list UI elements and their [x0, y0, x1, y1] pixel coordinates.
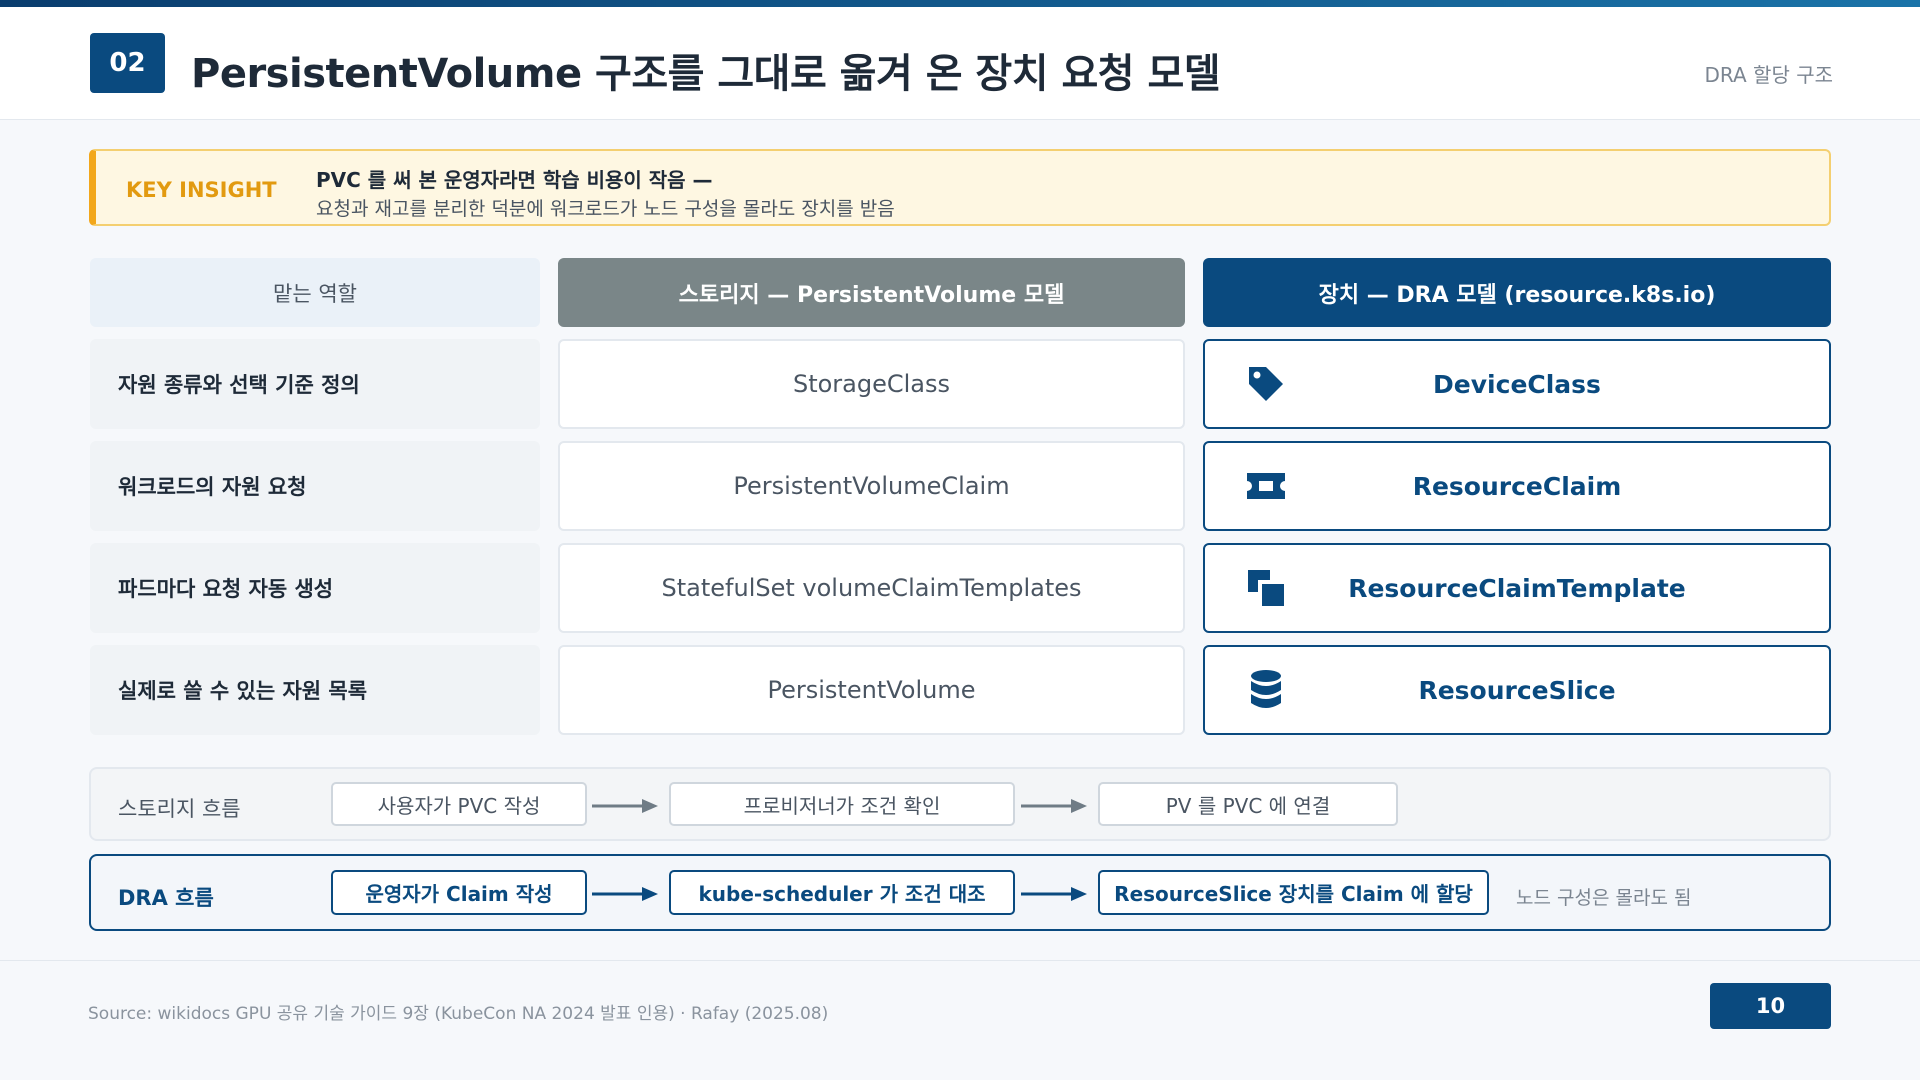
storage-flow-label: 스토리지 흐름 [118, 797, 241, 821]
key-insight-box: KEY INSIGHT PVC 를 써 본 운영자라면 학습 비용이 작음 — … [89, 149, 1831, 226]
flow-step: 프로비저너가 조건 확인 [669, 782, 1015, 826]
dra-object-label: DeviceClass [1433, 369, 1601, 399]
page-title: PersistentVolume 구조를 그대로 옮겨 온 장치 요청 모델 [191, 51, 1221, 97]
clone-icon [1245, 567, 1287, 609]
row-role: 실제로 쓸 수 있는 자원 목록 [90, 645, 540, 735]
ticket-icon [1245, 465, 1287, 507]
row-storage-object: PersistentVolume [558, 645, 1185, 735]
row-storage-object: StatefulSet volumeClaimTemplates [558, 543, 1185, 633]
row-dra-object: ResourceSlice [1203, 645, 1831, 735]
row-dra-object: ResourceClaim [1203, 441, 1831, 531]
database-icon [1245, 669, 1287, 711]
tag-icon [1245, 363, 1287, 405]
top-accent-bar [0, 0, 1920, 7]
section-label: DRA 할당 구조 [1704, 63, 1833, 87]
dra-flow-label: DRA 흐름 [118, 886, 214, 910]
arrow-right-icon [592, 887, 658, 901]
dra-object-label: ResourceClaimTemplate [1348, 573, 1686, 603]
row-role: 워크로드의 자원 요청 [90, 441, 540, 531]
row-storage-object: StorageClass [558, 339, 1185, 429]
arrow-right-icon [1021, 887, 1087, 901]
row-role: 자원 종류와 선택 기준 정의 [90, 339, 540, 429]
row-dra-object: DeviceClass [1203, 339, 1831, 429]
dra-object-label: ResourceSlice [1418, 675, 1616, 705]
row-storage-object: PersistentVolumeClaim [558, 441, 1185, 531]
flow-step: 사용자가 PVC 작성 [331, 782, 587, 826]
slide-header: 02 PersistentVolume 구조를 그대로 옮겨 온 장치 요청 모… [0, 7, 1920, 120]
section-number-badge: 02 [90, 33, 165, 93]
slide-footer: Source: wikidocs GPU 공유 기술 가이드 9장 (KubeC… [0, 960, 1920, 1080]
storage-flow: 스토리지 흐름 사용자가 PVC 작성 프로비저너가 조건 확인 PV 를 PV… [89, 767, 1831, 841]
page-number: 10 [1710, 983, 1831, 1029]
insight-title: PVC 를 써 본 운영자라면 학습 비용이 작음 — [316, 168, 713, 192]
flow-note: 노드 구성은 몰라도 됨 [1516, 887, 1692, 909]
insight-tag: KEY INSIGHT [126, 178, 277, 202]
dra-object-label: ResourceClaim [1412, 471, 1622, 501]
dra-flow: DRA 흐름 운영자가 Claim 작성 kube-scheduler 가 조건… [89, 854, 1831, 931]
arrow-right-icon [1021, 799, 1087, 813]
row-dra-object: ResourceClaimTemplate [1203, 543, 1831, 633]
flow-step: ResourceSlice 장치를 Claim 에 할당 [1098, 870, 1489, 915]
flow-step: PV 를 PVC 에 연결 [1098, 782, 1398, 826]
header-storage-model: 스토리지 — PersistentVolume 모델 [558, 258, 1185, 327]
arrow-right-icon [592, 799, 658, 813]
header-dra-model: 장치 — DRA 모델 (resource.k8s.io) [1203, 258, 1831, 327]
source-citation: Source: wikidocs GPU 공유 기술 가이드 9장 (KubeC… [88, 1004, 829, 1024]
flow-step: kube-scheduler 가 조건 대조 [669, 870, 1015, 915]
row-role: 파드마다 요청 자동 생성 [90, 543, 540, 633]
flow-step: 운영자가 Claim 작성 [331, 870, 587, 915]
header-role: 맡는 역할 [90, 258, 540, 327]
insight-body: 요청과 재고를 분리한 덕분에 워크로드가 노드 구성을 몰라도 장치를 받음 [316, 198, 895, 220]
